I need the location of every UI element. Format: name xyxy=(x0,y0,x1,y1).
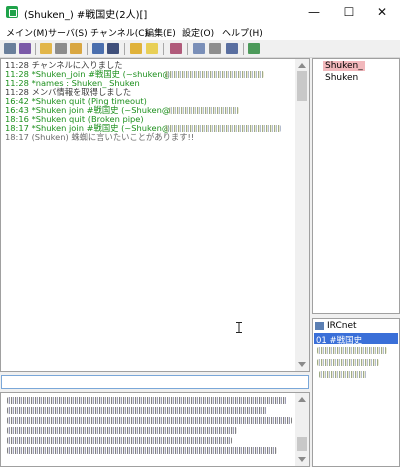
toolbar xyxy=(0,40,400,58)
chat-log[interactable]: 11:28 チャンネルに入りました 11:28 *Shuken_join #戦国… xyxy=(0,58,310,372)
connect-icon[interactable] xyxy=(4,43,16,54)
redacted-host xyxy=(166,71,264,78)
redacted-text xyxy=(7,407,267,414)
menu-bar: メイン(M) サーバ(S) チャンネル(C) 編集(E) 設定(O) ヘルプ(H… xyxy=(0,24,400,40)
scroll-down-icon[interactable] xyxy=(298,457,306,462)
title-bar: (Shuken_) #戦国史(2人)[] — ☐ ✕ xyxy=(0,0,400,24)
toolbar-separator xyxy=(124,43,125,55)
nick-item[interactable]: Shuken xyxy=(323,73,360,83)
scroll-thumb[interactable] xyxy=(297,437,307,451)
list-icon[interactable] xyxy=(170,43,182,54)
chat-icon[interactable] xyxy=(209,43,221,54)
disconnect-icon[interactable] xyxy=(19,43,31,54)
app-icon xyxy=(6,6,18,18)
redacted-text xyxy=(7,427,237,434)
menu-main[interactable]: メイン(M) xyxy=(6,26,48,39)
folder-close-icon[interactable] xyxy=(55,43,67,54)
scroll-thumb[interactable] xyxy=(297,71,307,101)
maximize-button[interactable]: ☐ xyxy=(335,2,363,22)
redacted-channel xyxy=(317,347,387,354)
redacted-channel xyxy=(317,359,379,366)
redacted-text xyxy=(7,417,292,424)
redacted-host xyxy=(169,107,239,114)
menu-channel[interactable]: チャンネル(C) xyxy=(90,26,148,39)
menu-server[interactable]: サーバ(S) xyxy=(48,26,88,39)
monitor-icon[interactable] xyxy=(92,43,104,54)
settings-icon[interactable] xyxy=(226,43,238,54)
menu-help[interactable]: ヘルプ(H) xyxy=(222,26,263,39)
toolbar-separator xyxy=(187,43,188,55)
channel-item-selected[interactable]: 01 #戦国史 xyxy=(314,333,398,346)
message-input[interactable] xyxy=(1,375,309,389)
redacted-text xyxy=(7,447,277,454)
redacted-host xyxy=(166,125,281,132)
text-cursor-icon xyxy=(236,322,242,333)
lock-icon[interactable] xyxy=(130,43,142,54)
secondary-scrollbar[interactable] xyxy=(295,393,309,466)
close-button[interactable]: ✕ xyxy=(368,2,396,22)
redacted-channel xyxy=(319,371,367,378)
search-icon[interactable] xyxy=(193,43,205,54)
toolbar-separator xyxy=(87,43,88,55)
edit-icon[interactable] xyxy=(146,43,158,54)
toolbar-separator xyxy=(35,43,36,55)
toolbar-separator xyxy=(243,43,244,55)
redacted-text xyxy=(7,397,287,404)
minimize-button[interactable]: — xyxy=(300,2,328,22)
secondary-log[interactable] xyxy=(0,392,310,467)
menu-settings[interactable]: 設定(O) xyxy=(182,26,214,39)
network-name[interactable]: IRCnet xyxy=(327,321,357,331)
nick-item-highlighted[interactable]: Shuken_ xyxy=(323,61,365,71)
toolbar-separator xyxy=(163,43,164,55)
scroll-up-icon[interactable] xyxy=(298,397,306,402)
folder-open-icon[interactable] xyxy=(70,43,82,54)
menu-edit[interactable]: 編集(E) xyxy=(145,26,176,39)
screen-icon[interactable] xyxy=(107,43,119,54)
export-icon[interactable] xyxy=(248,43,260,54)
redacted-text xyxy=(7,437,232,444)
network-icon xyxy=(315,322,324,330)
scroll-down-icon[interactable] xyxy=(298,362,306,367)
channel-item-label: 01 #戦国史 xyxy=(316,336,363,346)
log-scrollbar[interactable] xyxy=(295,59,309,371)
folder-icon[interactable] xyxy=(40,43,52,54)
nick-list: Shuken_ Shuken xyxy=(312,58,400,314)
scroll-up-icon[interactable] xyxy=(298,63,306,68)
channel-tree: IRCnet 01 #戦国史 xyxy=(312,318,400,467)
window-title: (Shuken_) #戦国史(2人)[] xyxy=(24,10,148,21)
log-line: 18:17 (Shuken) 蛛蜘に言いたいことがあります!! xyxy=(5,132,195,142)
